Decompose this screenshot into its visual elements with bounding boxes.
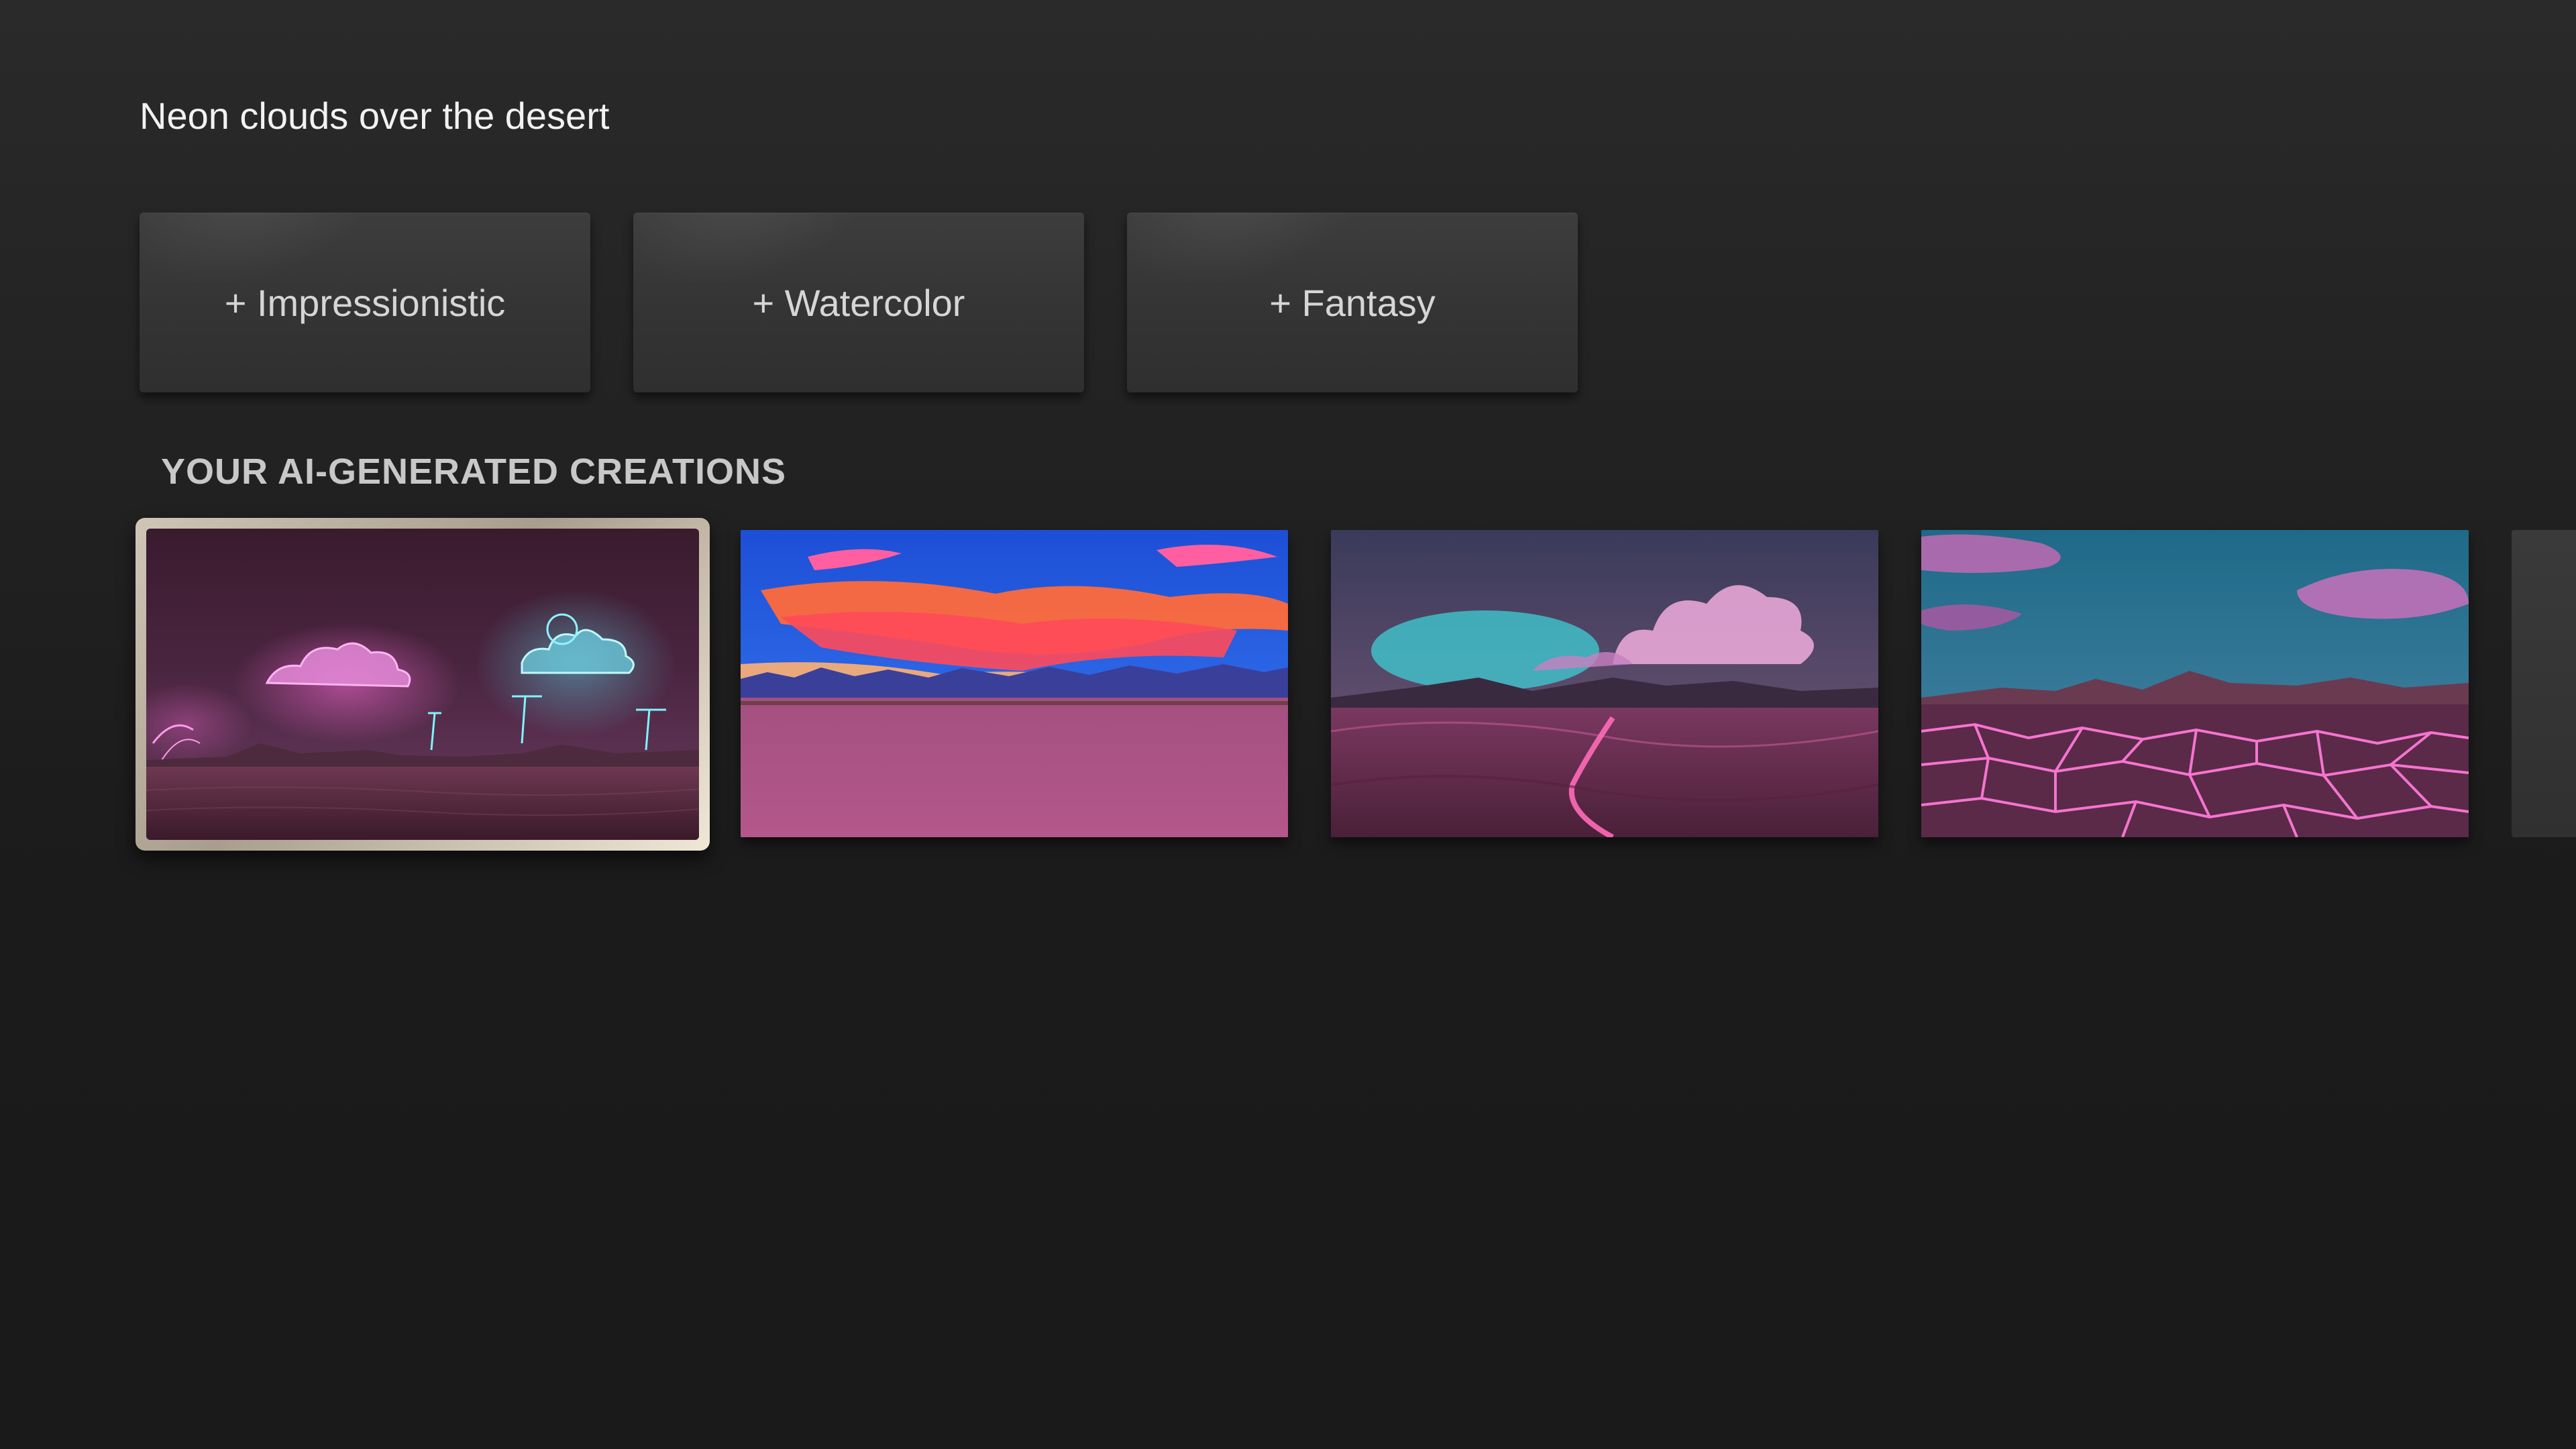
style-chip-label: + Impressionistic: [224, 281, 506, 324]
style-chip-label: + Watercolor: [752, 281, 965, 324]
creation-tile-2[interactable]: [741, 530, 1288, 837]
creation-tile-3[interactable]: [1331, 530, 1878, 837]
style-chip-fantasy[interactable]: + Fantasy: [1127, 213, 1578, 392]
creations-section-title: YOUR AI-GENERATED CREATIONS: [161, 451, 787, 492]
creation-image-sunset-clouds: [741, 530, 1288, 837]
prompt-title: Neon clouds over the desert: [140, 95, 610, 137]
creation-image-neon-lightning: [146, 529, 699, 840]
style-chip-label: + Fantasy: [1269, 281, 1436, 324]
creation-tile-4[interactable]: [1921, 530, 2469, 837]
creation-tile-partial[interactable]: [2512, 530, 2576, 837]
style-chip-impressionistic[interactable]: + Impressionistic: [140, 213, 590, 392]
creation-tile-1[interactable]: [136, 518, 710, 851]
style-chip-watercolor[interactable]: + Watercolor: [633, 213, 1084, 392]
screen: Neon clouds over the desert + Impression…: [0, 0, 2576, 1449]
creation-image-teal-pink-dunes: [1331, 530, 1878, 837]
creation-image-glowing-cracks: [1921, 530, 2469, 837]
